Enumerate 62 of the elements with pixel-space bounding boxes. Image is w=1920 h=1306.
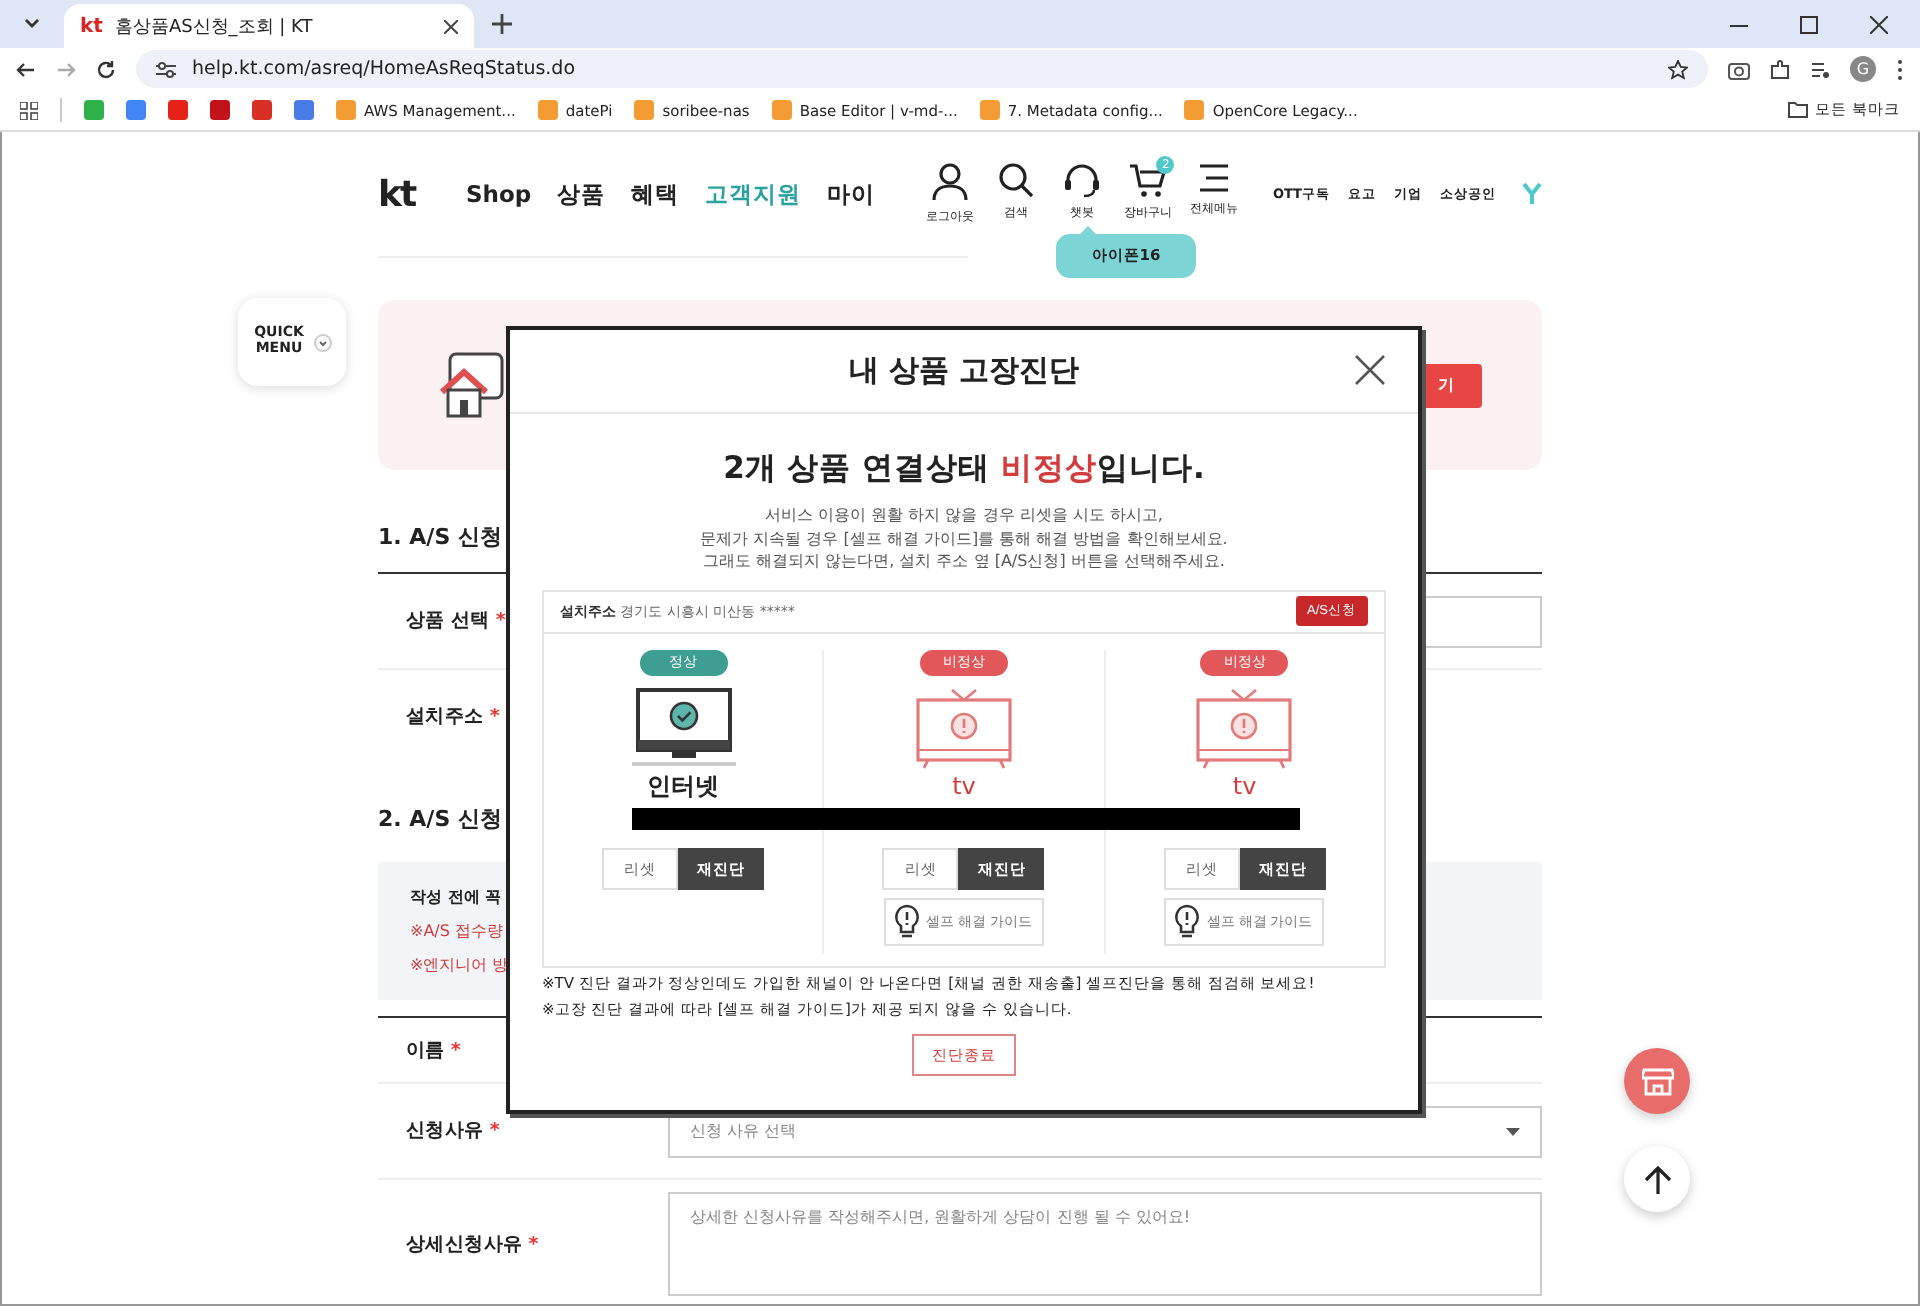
description-text: 서비스 이용이 원활 하지 않을 경우 리셋을 시도 하시고, 문제가 지속될 경우 [셀프 해결 가이드]를 통해 해결 방법을 확인해보세요. 그래도 해결되지 않는다면, 설치 주소 옆 [A/S신청] 버튼을 선택해주세요. (700, 504, 1228, 574)
store-button[interactable] (1624, 1048, 1690, 1114)
extensions-icon[interactable] (1770, 59, 1790, 79)
field-label: 상세신청사유 * (406, 1233, 538, 1255)
product-name: 인터넷 (647, 771, 720, 801)
bookmark-icon[interactable] (294, 100, 314, 120)
notice-title: 작성 전에 꼭 (410, 886, 502, 908)
status-heading: 2개 상품 연결상태 비정상입니다. (723, 448, 1205, 490)
address-bar[interactable]: help.kt.com/asreq/HomeAsReqStatus.do (136, 50, 1708, 88)
notice-line: ※A/S 접수량 (410, 920, 503, 942)
profile-avatar[interactable]: G (1850, 56, 1876, 82)
field-label: 상품 선택 * (406, 610, 505, 632)
close-icon[interactable] (1354, 354, 1386, 386)
chevron-down-icon (313, 333, 331, 351)
nav-link[interactable]: Shop (466, 179, 532, 209)
star-icon[interactable] (1668, 59, 1688, 79)
person-icon (931, 162, 968, 202)
scroll-top-button[interactable] (1624, 1146, 1690, 1212)
modal-title: 내 상품 고장진단 (848, 352, 1080, 390)
store-icon (1641, 1067, 1673, 1095)
tab-favicon: kt (80, 15, 103, 37)
new-tab-icon[interactable] (486, 8, 518, 40)
cart-icon (1127, 162, 1168, 198)
monitor-check-icon (631, 687, 736, 772)
search-icon (997, 162, 1034, 198)
media-icon[interactable] (1810, 59, 1830, 79)
nav-link[interactable]: 상품 (557, 179, 606, 209)
headset-icon (1061, 162, 1102, 198)
dropdown-icon[interactable] (24, 18, 40, 30)
bookmark-icon[interactable] (252, 100, 272, 120)
tv-alert-icon (911, 687, 1016, 772)
site-settings-icon (156, 61, 176, 77)
nav-link[interactable]: 혜택 (631, 179, 680, 209)
caret-icon (1506, 1127, 1520, 1135)
bookmark-icon[interactable] (168, 100, 188, 120)
tv-alert-icon (1192, 687, 1297, 772)
bookmark-icon[interactable] (210, 100, 230, 120)
apps-grid-icon[interactable] (20, 101, 38, 119)
section-title: 1. A/S 신청 (378, 524, 502, 550)
more-icon[interactable] (1896, 57, 1904, 81)
field-label: 신청사유 * (406, 1120, 499, 1142)
lightbulb-icon (893, 904, 920, 941)
folder-icon (1787, 102, 1808, 118)
close-tab-icon[interactable] (444, 19, 458, 33)
detail-reason-field[interactable]: 상세한 신청사유를 작성해주시면, 원활하게 상담이 진행 될 수 있어요! (668, 1192, 1542, 1296)
product-name: tv (1232, 771, 1257, 801)
arrow-up-icon (1643, 1163, 1671, 1195)
nav-link[interactable]: 마이 (827, 179, 876, 209)
field-label: 설치주소 * (406, 706, 499, 728)
back-icon[interactable] (16, 59, 36, 79)
section-title: 2. A/S 신청 (378, 806, 502, 832)
reload-icon[interactable] (96, 59, 116, 79)
kt-logo[interactable]: kt (378, 173, 466, 215)
browser-tab[interactable]: kt 홈상품AS신청_조회 | KT (64, 4, 474, 48)
close-icon[interactable] (1870, 15, 1888, 33)
lightbulb-icon (1174, 904, 1201, 941)
product-name: tv (952, 771, 976, 801)
field-label: 이름 * (406, 1039, 461, 1061)
menu-icon (1195, 162, 1232, 194)
camera-icon[interactable] (1728, 59, 1750, 79)
maximize-icon[interactable] (1800, 15, 1818, 33)
notice-line: ※엔지니어 방 (410, 954, 509, 976)
